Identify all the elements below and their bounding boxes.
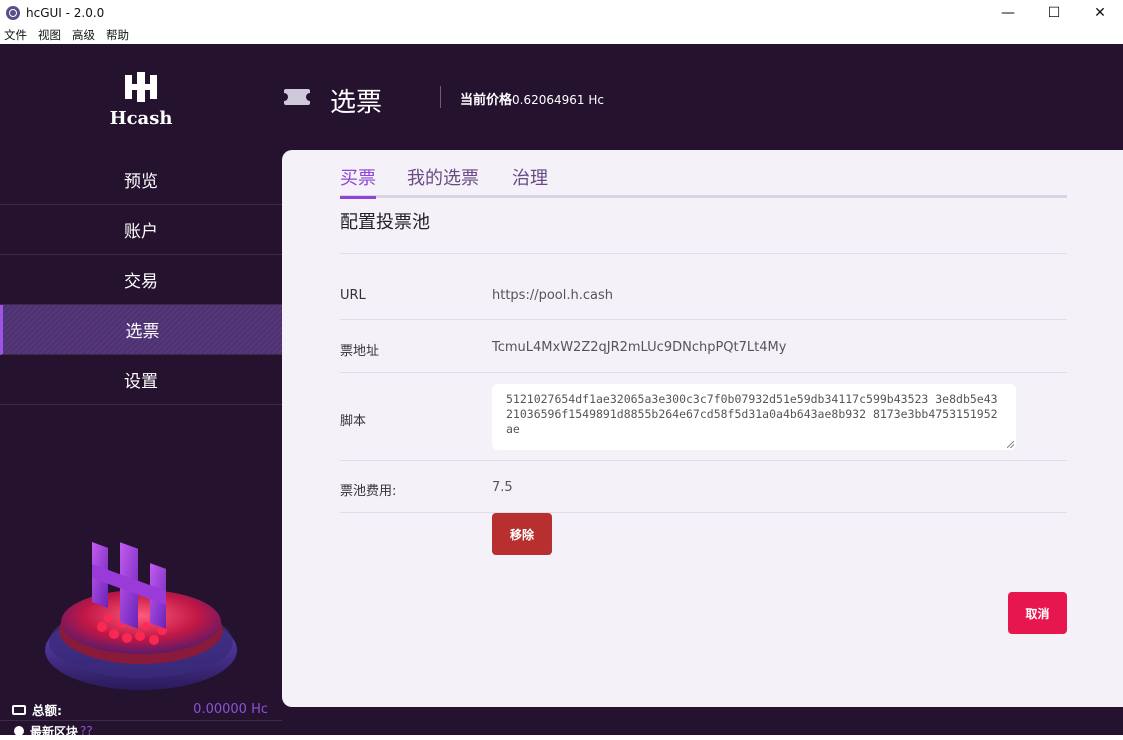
pool-fee-value: 7.5: [492, 480, 513, 495]
window-controls: — ☐ ✕: [985, 0, 1123, 25]
balance-value: 0.00000 Hc: [193, 702, 268, 717]
tab-governance[interactable]: 治理: [512, 164, 548, 196]
window-title: hcGUI - 2.0.0: [26, 5, 105, 20]
sidebar-item-settings[interactable]: 设置: [0, 355, 282, 405]
price-label: 当前价格: [460, 93, 513, 108]
divider: [340, 372, 1067, 373]
divider: [340, 319, 1067, 320]
divider: [340, 512, 1067, 513]
script-value: 5121027654df1ae32065a3e300c3c7f0b07932d5…: [506, 392, 998, 436]
pool-fee-label: 票池费用:: [340, 484, 397, 499]
balance-label: 总额:: [32, 703, 62, 718]
app-area: Hcash 预览 账户 交易 选票 设置 总额: 0.00000 Hc 最新区块…: [0, 44, 1123, 739]
hcash-logo-icon: [125, 72, 157, 102]
maximize-icon[interactable]: ☐: [1031, 0, 1077, 25]
price-value: 0.62064961 Hc: [512, 93, 604, 107]
divider: [340, 460, 1067, 461]
page-title: 选票: [330, 88, 383, 118]
sidebar-item-overview[interactable]: 预览: [0, 155, 282, 205]
menu-bar: 文件 视图 高级 帮助: [0, 25, 1123, 44]
minimize-icon[interactable]: —: [985, 0, 1031, 25]
sidebar-item-accounts[interactable]: 账户: [0, 205, 282, 255]
total-balance: 总额: 0.00000 Hc: [0, 699, 282, 721]
ticket-icon: [280, 89, 314, 105]
ticket-address-value: TcmuL4MxW2Z2qJR2mLUc9DNchpPQt7Lt4My: [492, 340, 787, 355]
menu-file[interactable]: 文件: [4, 27, 27, 43]
sidebar-nav: 预览 账户 交易 选票 设置: [0, 155, 282, 405]
sidebar-item-transactions[interactable]: 交易: [0, 255, 282, 305]
content-panel: 买票 我的选票 治理 配置投票池 URL https://pool.h.cash…: [282, 150, 1123, 707]
menu-advanced[interactable]: 高级: [72, 27, 95, 43]
script-label: 脚本: [340, 414, 367, 429]
latest-block-value: ??: [80, 724, 93, 738]
url-value: https://pool.h.cash: [492, 288, 613, 303]
section-title: 配置投票池: [340, 212, 430, 233]
remove-button[interactable]: 移除: [492, 513, 552, 555]
logo-name: Hcash: [109, 108, 173, 129]
latest-block: 最新区块 ??: [0, 724, 282, 739]
close-icon[interactable]: ✕: [1077, 0, 1123, 25]
resize-handle-icon[interactable]: [1007, 441, 1014, 448]
ticket-address-label: 票地址: [340, 344, 380, 359]
tab-bar: 买票 我的选票 治理: [340, 162, 1067, 199]
latest-block-label: 最新区块: [30, 724, 79, 739]
title-bar: hcGUI - 2.0.0 — ☐ ✕: [0, 0, 1123, 25]
script-textarea[interactable]: 5121027654df1ae32065a3e300c3c7f0b07932d5…: [492, 384, 1016, 450]
tab-buy-tickets[interactable]: 买票: [340, 164, 376, 199]
cancel-button[interactable]: 取消: [1008, 592, 1067, 634]
url-label: URL: [340, 288, 366, 303]
logo: Hcash: [0, 72, 282, 129]
current-price: 当前价格0.62064961 Hc: [460, 89, 604, 108]
divider: [340, 253, 1067, 254]
header-divider: [440, 86, 441, 108]
wallet-icon: [12, 704, 26, 715]
sidebar-item-tickets[interactable]: 选票: [0, 305, 282, 355]
menu-help[interactable]: 帮助: [106, 27, 129, 43]
hcash-coin-illustration: [45, 542, 237, 690]
menu-view[interactable]: 视图: [38, 27, 61, 43]
sidebar: Hcash 预览 账户 交易 选票 设置 总额: 0.00000 Hc 最新区块…: [0, 44, 282, 739]
app-icon: [6, 5, 20, 20]
tab-my-tickets[interactable]: 我的选票: [407, 164, 479, 196]
